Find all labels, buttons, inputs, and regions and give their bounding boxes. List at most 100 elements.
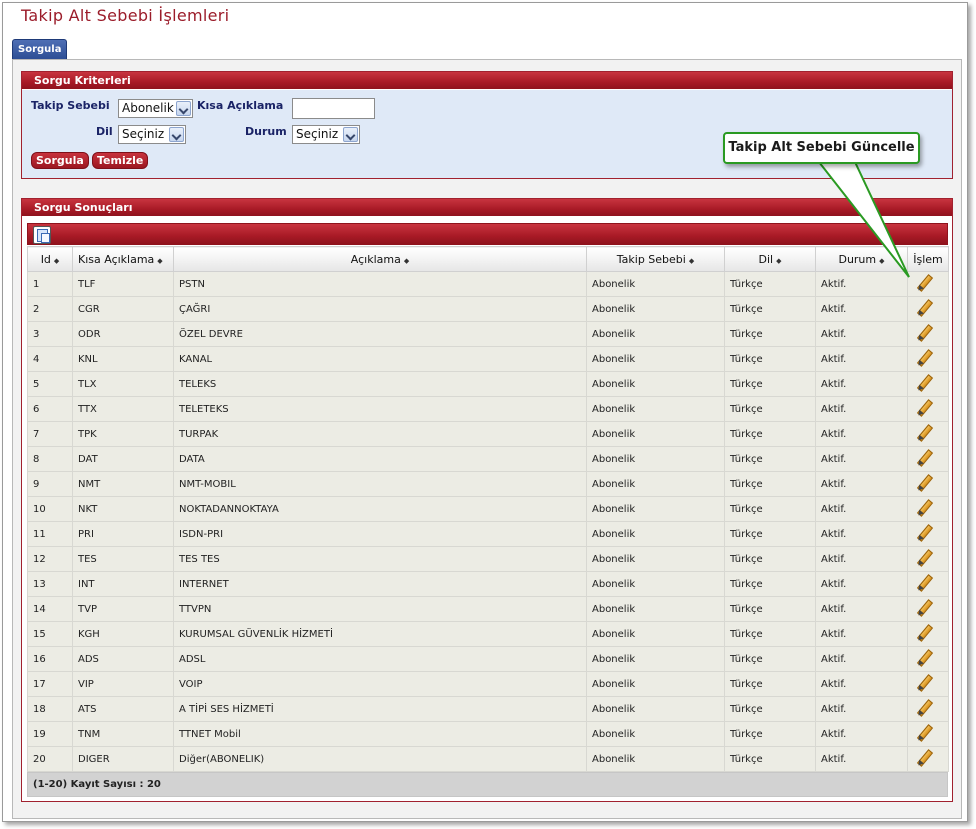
- cell-durum: Aktif.: [815, 271, 908, 297]
- cell-id: 17: [27, 671, 73, 697]
- table-row: 3 ODR ÖZEL DEVRE Abonelik Türkçe Aktif.: [27, 321, 949, 347]
- pencil-icon[interactable]: [915, 400, 931, 416]
- pencil-icon[interactable]: [915, 750, 931, 766]
- column-dil[interactable]: Dil ◆: [724, 246, 816, 272]
- cell-islem: [907, 521, 949, 547]
- cell-durum: Aktif.: [815, 596, 908, 622]
- cell-kisa-aciklama: NMT: [72, 471, 174, 497]
- app-frame: Takip Alt Sebebi İşlemleri Sorgula Sorgu…: [2, 2, 968, 822]
- cell-takip-sebebi: Abonelik: [586, 596, 725, 622]
- pencil-icon[interactable]: [915, 300, 931, 316]
- pencil-icon[interactable]: [915, 475, 931, 491]
- cell-takip-sebebi: Abonelik: [586, 421, 725, 447]
- cell-dil: Türkçe: [724, 371, 816, 397]
- cell-dil: Türkçe: [724, 421, 816, 447]
- pencil-icon[interactable]: [915, 625, 931, 641]
- column-kisa-aciklama[interactable]: Kısa Açıklama ◆: [72, 246, 174, 272]
- cell-dil: Türkçe: [724, 521, 816, 547]
- cell-dil: Türkçe: [724, 721, 816, 747]
- dil-label: Dil: [96, 125, 113, 138]
- cell-id: 15: [27, 621, 73, 647]
- cell-dil: Türkçe: [724, 446, 816, 472]
- table-row: 11 PRI ISDN-PRI Abonelik Türkçe Aktif.: [27, 521, 949, 547]
- pencil-icon[interactable]: [915, 600, 931, 616]
- clear-button[interactable]: Temizle: [92, 152, 149, 169]
- pencil-icon[interactable]: [915, 325, 931, 341]
- kisa-aciklama-input[interactable]: [292, 98, 375, 119]
- cell-aciklama: NMT-MOBIL: [173, 471, 587, 497]
- cell-takip-sebebi: Abonelik: [586, 721, 725, 747]
- pencil-icon[interactable]: [915, 700, 931, 716]
- cell-takip-sebebi: Abonelik: [586, 521, 725, 547]
- cell-id: 6: [27, 396, 73, 422]
- pencil-icon[interactable]: [915, 725, 931, 741]
- cell-takip-sebebi: Abonelik: [586, 271, 725, 297]
- cell-kisa-aciklama: ATS: [72, 696, 174, 722]
- pencil-icon[interactable]: [915, 350, 931, 366]
- results-toolbar: [27, 223, 948, 245]
- cell-islem: [907, 421, 949, 447]
- pencil-icon[interactable]: [915, 675, 931, 691]
- cell-aciklama: KANAL: [173, 346, 587, 372]
- cell-id: 19: [27, 721, 73, 747]
- cell-durum: Aktif.: [815, 546, 908, 572]
- cell-aciklama: ÖZEL DEVRE: [173, 321, 587, 347]
- cell-takip-sebebi: Abonelik: [586, 646, 725, 672]
- sort-icon: ◆: [157, 256, 163, 265]
- cell-id: 14: [27, 596, 73, 622]
- pencil-icon[interactable]: [915, 550, 931, 566]
- cell-dil: Türkçe: [724, 571, 816, 597]
- cell-kisa-aciklama: TES: [72, 546, 174, 572]
- cell-takip-sebebi: Abonelik: [586, 671, 725, 697]
- dil-value: Seçiniz: [122, 127, 165, 141]
- column-takip-sebebi[interactable]: Takip Sebebi ◆: [586, 246, 725, 272]
- cell-dil: Türkçe: [724, 496, 816, 522]
- callout-tooltip: Takip Alt Sebebi Güncelle: [723, 132, 920, 164]
- cell-islem: [907, 721, 949, 747]
- cell-islem: [907, 621, 949, 647]
- tab-sorgula[interactable]: Sorgula: [12, 39, 68, 60]
- cell-id: 13: [27, 571, 73, 597]
- export-icon[interactable]: [33, 226, 51, 244]
- page-title: Takip Alt Sebebi İşlemleri: [21, 6, 230, 25]
- cell-dil: Türkçe: [724, 346, 816, 372]
- pencil-icon[interactable]: [915, 450, 931, 466]
- cell-islem: [907, 396, 949, 422]
- cell-kisa-aciklama: TLF: [72, 271, 174, 297]
- table-row: 7 TPK TURPAK Abonelik Türkçe Aktif.: [27, 421, 949, 447]
- cell-islem: [907, 746, 949, 772]
- pencil-icon[interactable]: [915, 525, 931, 541]
- cell-durum: Aktif.: [815, 571, 908, 597]
- table-row: 13 INT INTERNET Abonelik Türkçe Aktif.: [27, 571, 949, 597]
- cell-islem: [907, 571, 949, 597]
- cell-dil: Türkçe: [724, 296, 816, 322]
- pencil-icon[interactable]: [915, 275, 931, 291]
- cell-id: 9: [27, 471, 73, 497]
- durum-select[interactable]: Seçiniz: [292, 125, 360, 144]
- column-durum[interactable]: Durum ◆: [815, 246, 908, 272]
- pencil-icon[interactable]: [915, 500, 931, 516]
- cell-durum: Aktif.: [815, 521, 908, 547]
- column-islem: İşlem: [907, 246, 949, 272]
- table-row: 15 KGH KURUMSAL GÜVENLİK HİZMETİ Abonelik Tü…: [27, 621, 949, 647]
- takip-sebebi-label: Takip Sebebi: [31, 99, 110, 112]
- cell-aciklama: KURUMSAL GÜVENLİK HİZMETİ: [173, 621, 587, 647]
- cell-aciklama: A TİPİ SES HİZMETİ: [173, 696, 587, 722]
- cell-id: 11: [27, 521, 73, 547]
- takip-sebebi-select[interactable]: Abonelik: [118, 99, 193, 118]
- pencil-icon[interactable]: [915, 650, 931, 666]
- table-row: 19 TNM TTNET Mobil Abonelik Türkçe Aktif.: [27, 721, 949, 747]
- pencil-icon[interactable]: [915, 575, 931, 591]
- table-row: 6 TTX TELETEKS Abonelik Türkçe Aktif.: [27, 396, 949, 422]
- pencil-icon[interactable]: [915, 425, 931, 441]
- cell-id: 3: [27, 321, 73, 347]
- column-id[interactable]: Id ◆: [27, 246, 73, 272]
- pencil-icon[interactable]: [915, 375, 931, 391]
- table-row: 1 TLF PSTN Abonelik Türkçe Aktif.: [27, 271, 949, 297]
- cell-dil: Türkçe: [724, 271, 816, 297]
- cell-durum: Aktif.: [815, 471, 908, 497]
- dil-select[interactable]: Seçiniz: [118, 125, 186, 144]
- search-button[interactable]: Sorgula: [31, 152, 89, 169]
- column-aciklama[interactable]: Açıklama ◆: [173, 246, 587, 272]
- cell-aciklama: DATA: [173, 446, 587, 472]
